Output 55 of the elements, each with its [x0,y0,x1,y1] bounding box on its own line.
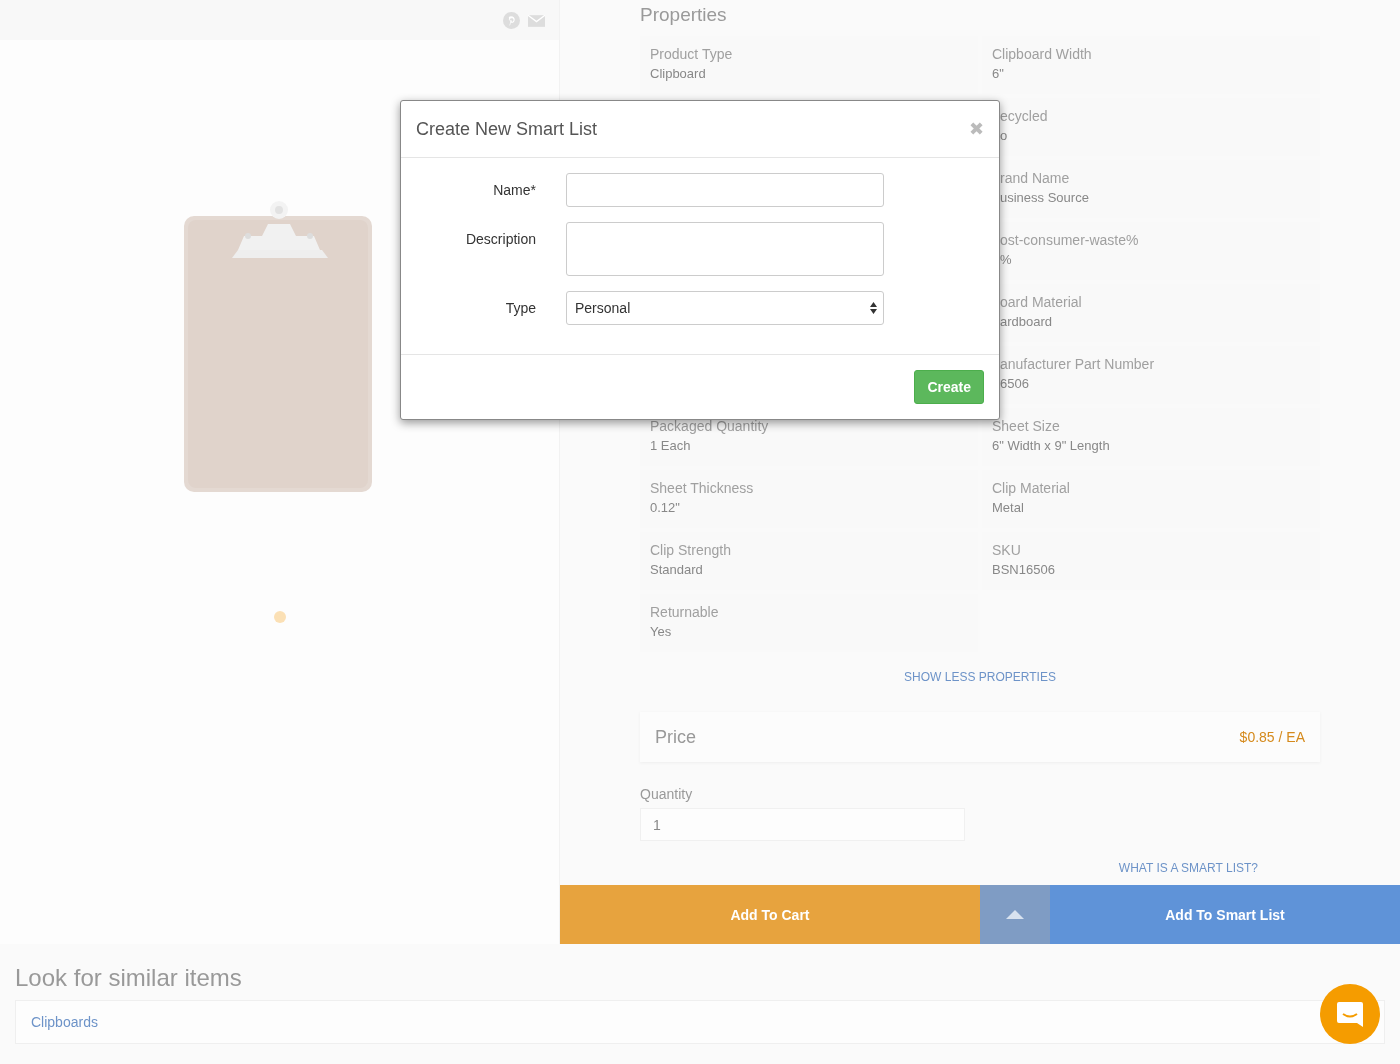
property-value: Standard [650,562,704,577]
field-label: Type [504,299,536,316]
quantity-label: Quantity [640,786,694,802]
field-label: Description [464,230,536,247]
property-label: Sheet Size [992,418,1061,434]
carousel-dot[interactable] [273,611,286,623]
property-label: Packaged Quantity [650,418,770,434]
property-label: Clipboard Width [992,46,1093,62]
properties-heading: Properties [640,4,728,26]
type-select[interactable]: Personal [566,291,884,325]
property-value: Yes [650,624,673,639]
name-field[interactable] [566,173,884,207]
price-label: Price [655,726,696,748]
property-label: Product Type [650,46,734,62]
chat-button[interactable] [1320,984,1380,1044]
caret-up-icon [1006,910,1024,919]
property-value: 6506 [1000,376,1030,391]
property-value: Metal [992,500,1025,515]
property-label: Sheet Thickness [650,480,755,496]
property-value: 6" Width x 9" Length [992,438,1111,453]
similar-items-heading: Look for similar items [15,964,243,992]
create-button[interactable]: Create [914,370,984,404]
property-value: BSN16506 [992,562,1056,577]
property-value: ardboard [1000,314,1054,329]
property-label: Clip Strength [650,542,732,558]
property-value: % [1000,252,1013,267]
property-label: anufacturer Part Number [1000,356,1156,372]
similar-items-field[interactable]: Clipboards [15,1000,1385,1044]
add-to-cart-button[interactable]: Add To Cart [560,885,980,944]
expand-button[interactable] [980,885,1050,944]
add-to-smart-list-button[interactable]: Add To Smart List [1050,885,1400,944]
select-arrows-icon [870,302,877,314]
property-label: rand Name [1000,170,1071,186]
property-label: ost-consumer-waste% [1000,232,1140,248]
quantity-field[interactable]: 1 [640,808,965,841]
property-value: 6" [992,66,1005,81]
property-label: Clip Material [992,480,1071,496]
chat-icon [1335,999,1365,1029]
property-label: Returnable [650,604,720,620]
property-value: 1 Each [650,438,692,453]
property-value: o [1000,128,1009,143]
pinterest-icon[interactable] [503,11,520,29]
property-label: oard Material [1000,294,1083,310]
property-value: 0.12" [650,500,681,515]
field-label: Name* [492,181,536,198]
price-value: $0.85 / EA [1239,729,1305,745]
property-label: ecycled [1000,108,1049,124]
property-label: SKU [992,542,1022,558]
property-value: Clipboard [650,66,707,81]
smart-list-help-link[interactable]: WHAT IS A SMART LIST? [1118,861,1258,875]
show-less-link[interactable]: SHOW LESS PROPERTIES [904,670,1056,684]
dialog-title: Create New Smart List [416,118,598,140]
description-field[interactable] [566,222,884,276]
property-value: usiness Source [1000,190,1090,205]
close-button[interactable]: ✖ [969,118,984,140]
